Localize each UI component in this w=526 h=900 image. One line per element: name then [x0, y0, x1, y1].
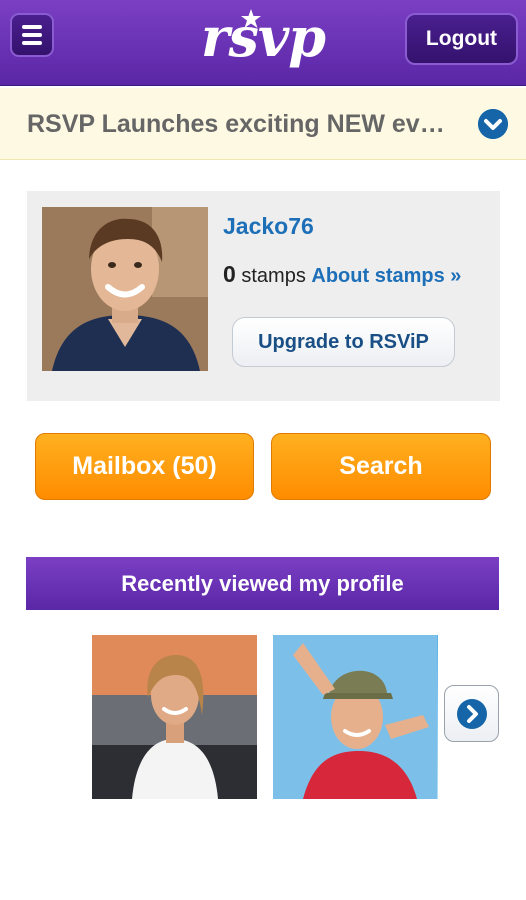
stamps-label: stamps: [241, 265, 306, 287]
chevron-right-icon: [456, 698, 487, 729]
mailbox-button[interactable]: Mailbox (50): [35, 433, 254, 500]
stamps-count: 0: [223, 261, 236, 287]
logout-button[interactable]: Logout: [405, 13, 518, 65]
app-header: rsvp Logout: [0, 0, 526, 86]
viewer-photo: [273, 635, 437, 799]
username-link[interactable]: Jacko76: [223, 213, 314, 240]
stamps-info: 0 stamps About stamps »: [223, 261, 461, 288]
recently-viewed-header: Recently viewed my profile: [26, 557, 499, 610]
viewer-thumbnail[interactable]: [273, 635, 438, 799]
viewer-photo: [92, 635, 257, 799]
profile-card: Jacko76 0 stamps About stamps » Upgrade …: [27, 191, 500, 401]
next-viewer-button[interactable]: [444, 685, 499, 742]
viewer-thumbnail[interactable]: [92, 635, 257, 799]
logo-star-icon: [241, 9, 261, 28]
profile-avatar[interactable]: [42, 207, 208, 371]
upgrade-button[interactable]: Upgrade to RSViP: [232, 317, 455, 367]
chevron-down-icon[interactable]: [478, 109, 508, 139]
about-stamps-link[interactable]: About stamps »: [311, 265, 461, 287]
avatar-photo: [42, 207, 208, 371]
search-button[interactable]: Search: [271, 433, 491, 500]
news-banner[interactable]: RSVP Launches exciting NEW ev…: [0, 88, 526, 160]
news-text: RSVP Launches exciting NEW ev…: [27, 110, 445, 138]
